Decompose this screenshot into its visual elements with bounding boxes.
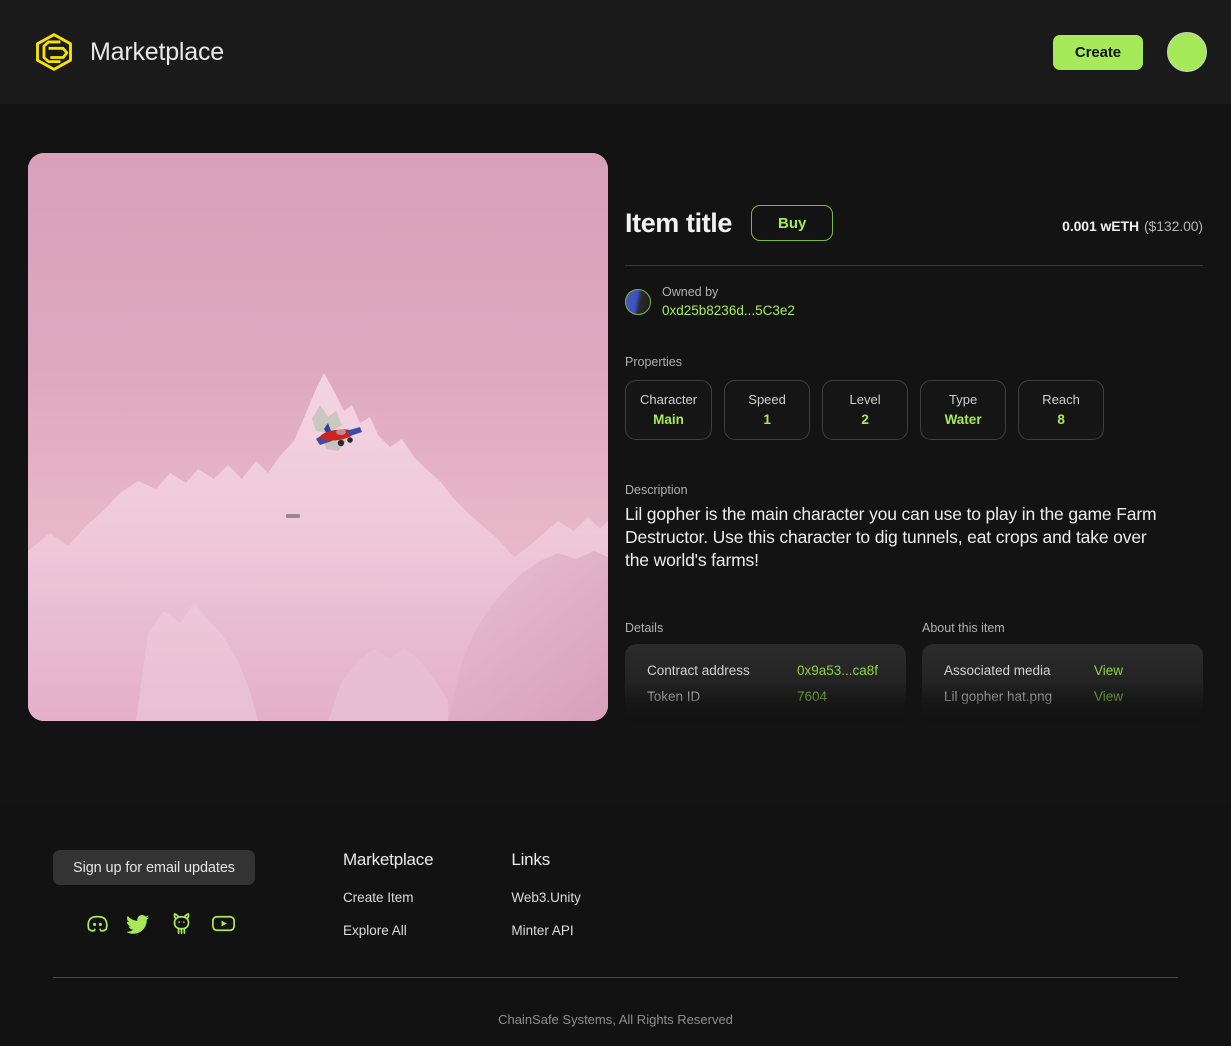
property-chip[interactable]: Type Water (920, 379, 1007, 440)
airplane-icon (316, 423, 362, 447)
about-column: About this item Associated media View Li… (922, 621, 1203, 724)
create-button[interactable]: Create (1052, 34, 1143, 70)
property-chip[interactable]: Level 2 (822, 379, 909, 440)
about-key: Lil gopher hat.png (944, 688, 1053, 704)
about-row: Associated media View (944, 663, 1181, 678)
app-header: Marketplace Create (0, 0, 1231, 104)
footer-link-explore-all[interactable]: Explore All (343, 923, 433, 938)
property-key: Type (948, 391, 978, 407)
title-row: Item title Buy 0.001 wETH ($132.00) (625, 205, 1203, 241)
owner-avatar (625, 288, 651, 315)
property-key: Reach (1042, 391, 1080, 407)
twitter-icon[interactable] (127, 911, 152, 936)
property-key: Level (849, 391, 881, 407)
about-panel: Associated media View Lil gopher hat.png… (922, 643, 1203, 724)
page-title: Item title (625, 207, 733, 238)
details-value[interactable]: 7604 (797, 689, 827, 704)
owner-row: Owned by 0xd25b8236d...5C3e2 (625, 283, 1203, 321)
signup-email-button[interactable]: Sign up for email updates (53, 850, 255, 885)
footer-column-marketplace: Marketplace Create Item Explore All (342, 850, 434, 956)
footer-signup-block: Sign up for email updates (53, 850, 255, 956)
properties-label: Properties (625, 354, 682, 369)
footer-column-links: Links Web3.Unity Minter API (511, 850, 581, 956)
property-value: 2 (861, 411, 869, 427)
description-text: Lil gopher is the main character you can… (625, 503, 1157, 570)
item-media-card[interactable] (28, 153, 608, 721)
property-value: Main (653, 411, 684, 427)
property-chip[interactable]: Character Main (625, 379, 713, 440)
details-column: Details Contract address 0x9a53...ca8f T… (625, 621, 906, 724)
details-title: Details (625, 620, 664, 635)
about-view-link[interactable]: View (1094, 689, 1123, 704)
header-actions: Create (1052, 32, 1207, 72)
property-value: Water (944, 411, 982, 427)
about-key: Associated media (944, 662, 1051, 678)
price-display: 0.001 wETH ($132.00) (1062, 212, 1203, 234)
buy-button[interactable]: Buy (751, 205, 834, 241)
details-panel: Contract address 0x9a53...ca8f Token ID … (625, 643, 906, 724)
main-content: Item title Buy 0.001 wETH ($132.00) Owned… (0, 104, 1231, 805)
footer-link-web3unity[interactable]: Web3.Unity (511, 890, 581, 905)
about-title: About this item (922, 620, 1005, 635)
copyright-text: ChainSafe Systems, All Rights Reserved (498, 1012, 733, 1027)
footer-link-minter-api[interactable]: Minter API (511, 923, 581, 938)
brand-title: Marketplace (90, 37, 224, 66)
price-crypto: 0.001 wETH (1062, 218, 1139, 234)
footer-heading: Links (511, 850, 551, 869)
property-value: 1 (763, 411, 771, 427)
mountain-illustration (28, 373, 608, 721)
item-detail-panel: Item title Buy 0.001 wETH ($132.00) Owned… (625, 104, 1203, 724)
property-key: Character (640, 391, 698, 407)
about-view-link[interactable]: View (1094, 663, 1123, 678)
price-fiat: ($132.00) (1143, 218, 1203, 234)
github-icon[interactable] (169, 911, 194, 936)
property-chip[interactable]: Speed 1 (724, 379, 811, 440)
owner-info: Owned by 0xd25b8236d...5C3e2 (662, 283, 795, 321)
social-links (85, 911, 255, 936)
details-key: Contract address (647, 662, 750, 678)
marketplace-page: Marketplace Create Item title Buy 0.001 … (0, 0, 1231, 1046)
footer-heading: Marketplace (342, 850, 434, 869)
user-avatar[interactable] (1167, 32, 1207, 72)
footer-top: Sign up for email updates Marketplace Cr… (53, 850, 581, 956)
property-chip[interactable]: Reach 8 (1018, 379, 1105, 440)
info-panels: Details Contract address 0x9a53...ca8f T… (625, 621, 1203, 724)
footer-divider (53, 977, 1178, 978)
chainsafe-hexagon-logo-icon (36, 33, 72, 71)
owned-by-label: Owned by (662, 285, 719, 299)
details-row: Contract address 0x9a53...ca8f (647, 663, 884, 678)
property-value: 8 (1057, 411, 1065, 427)
about-row: Lil gopher hat.png View (944, 689, 1181, 704)
properties-list: Character Main Speed 1 Level 2 Type Wate… (625, 379, 1203, 440)
details-row: Token ID 7604 (647, 689, 884, 704)
footer-link-create-item[interactable]: Create Item (343, 890, 433, 905)
distant-object (286, 514, 300, 518)
description-label: Description (625, 482, 688, 497)
property-key: Speed (748, 391, 786, 407)
app-footer: Sign up for email updates Marketplace Cr… (0, 805, 1231, 1046)
details-value[interactable]: 0x9a53...ca8f (797, 663, 878, 678)
title-divider (625, 265, 1203, 266)
owner-address-link[interactable]: 0xd25b8236d...5C3e2 (662, 301, 795, 321)
discord-icon[interactable] (85, 911, 110, 936)
details-key: Token ID (647, 688, 701, 704)
youtube-icon[interactable] (211, 911, 236, 936)
brand[interactable]: Marketplace (32, 30, 224, 74)
